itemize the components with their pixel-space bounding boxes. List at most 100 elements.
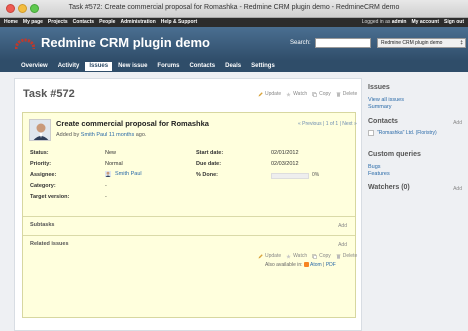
sidebar: Issues View all issues Summary Contacts … [368,72,468,331]
issue-subject: Create commercial proposal for Romashka [56,119,209,128]
tab-settings[interactable]: Settings [247,62,279,71]
tab-issues[interactable]: Issues [85,62,113,71]
contact-avatar-icon [368,130,374,136]
priority-value: Normal [105,161,123,167]
start-date-value: 02/01/2012 [271,150,299,156]
category-value: - [105,183,107,189]
project-jump-select[interactable]: Redmine CRM plugin demo ‡ [377,38,466,48]
summary-link[interactable]: Summary [368,104,392,110]
project-header: Redmine CRM plugin demo Search: Redmine … [0,27,468,61]
user-photo-icon [30,120,50,140]
priority-label: Priority: [30,161,52,167]
search-input[interactable] [315,38,371,48]
start-date-label: Start date: [196,150,224,156]
update-label: Update [265,253,282,259]
issue-details: Create commercial proposal for Romashka … [22,112,357,318]
status-value: New [105,150,117,156]
status-label: Status: [30,150,49,156]
trash-icon [336,254,341,259]
view-all-issues-link[interactable]: View all issues [368,97,404,103]
divider [23,216,355,217]
issue-actions-top: Update Watch Copy Delete [258,91,357,97]
custom-queries-heading: Custom queries [368,151,421,158]
added-suffix: ago. [135,132,147,138]
logged-in-status: Logged in as admin [362,19,407,25]
divider [23,235,355,236]
query-features-link[interactable]: Features [368,171,390,177]
atom-link[interactable]: Atom [310,262,322,268]
main-content: Task #572 Update Watch Copy Delete Creat… [14,78,362,331]
tab-overview[interactable]: Overview [17,62,52,71]
page-title: Task #572 [23,88,75,100]
top-menu-home[interactable]: Home [4,19,18,25]
add-watcher-link[interactable]: Add [453,186,462,192]
window-titlebar: Task #572: Create commercial proposal fo… [0,0,468,18]
added-by-prefix: Added by [56,132,80,138]
top-menu-left: Home My page Projects Contacts People Ad… [4,19,197,25]
delete-action[interactable]: Delete [336,253,357,259]
top-menu: Home My page Projects Contacts People Ad… [0,18,468,27]
done-value: 0% [312,172,320,178]
tab-contacts[interactable]: Contacts [185,62,219,71]
top-menu-help[interactable]: Help & Support [161,19,197,25]
update-action[interactable]: Update [258,91,281,97]
copy-action[interactable]: Copy [312,91,331,97]
contact-item: "Romashka" Ltd. (Floristry) [368,130,437,136]
done-progress-bar [271,173,309,179]
related-issues-heading: Related issues [30,241,69,247]
update-label: Update [265,91,282,97]
tab-new-issue[interactable]: New issue [114,62,151,71]
window-title: Task #572: Create commercial proposal fo… [68,4,400,11]
watch-label: Watch [293,253,308,259]
separator: | [323,262,325,268]
watch-label: Watch [293,91,308,97]
logged-in-user[interactable]: admin [392,19,407,25]
add-related-issue-link[interactable]: Add [338,242,347,248]
age-link[interactable]: 11 months [109,132,134,138]
redmine-logo-icon [15,38,35,50]
done-label: % Done: [196,172,218,178]
due-date-value: 02/03/2012 [271,161,299,167]
tab-deals[interactable]: Deals [221,62,245,71]
watchers-heading: Watchers (0) [368,184,410,191]
due-date-label: Due date: [196,161,222,167]
pencil-icon [258,253,263,258]
top-menu-people[interactable]: People [99,19,115,25]
sidebar-issues-heading: Issues [368,84,390,91]
watch-action[interactable]: Watch [286,91,307,97]
also-available-prefix: Also available in: [265,262,303,268]
tab-activity[interactable]: Activity [54,62,84,71]
top-menu-administration[interactable]: Administration [120,19,155,25]
feed-icon [303,262,309,268]
also-available: Also available in: Atom | PDF [265,262,336,268]
add-subtask-link[interactable]: Add [338,223,347,229]
delete-action[interactable]: Delete [336,91,357,97]
pencil-icon [258,91,263,96]
top-menu-projects[interactable]: Projects [48,19,68,25]
sign-out-link[interactable]: Sign out [444,19,464,25]
category-label: Category: [30,183,56,189]
issue-pager[interactable]: « Previous | 1 of 1 | Next » [298,121,357,127]
author-link[interactable]: Smith Paul [81,132,108,138]
star-icon [286,253,291,259]
copy-label: Copy [319,91,331,97]
pdf-link[interactable]: PDF [326,262,336,268]
tab-forums[interactable]: Forums [153,62,183,71]
contact-link[interactable]: "Romashka" Ltd. (Floristry) [377,130,437,136]
my-account-link[interactable]: My account [411,19,439,25]
main-tabs: Overview Activity Issues New issue Forum… [0,61,468,72]
copy-icon [312,253,317,259]
assignee-link[interactable]: Smith Paul [115,171,142,177]
search-label: Search: [290,40,311,46]
watch-action[interactable]: Watch [286,253,307,259]
avatar [29,119,51,141]
top-menu-contacts[interactable]: Contacts [73,19,94,25]
trash-icon [336,92,341,97]
assignee-value: Smith Paul [105,171,142,177]
added-by-line: Added by Smith Paul 11 months ago. [56,132,146,138]
top-menu-my-page[interactable]: My page [23,19,43,25]
add-contact-link[interactable]: Add [453,120,462,126]
query-bugs-link[interactable]: Bugs [368,164,381,170]
copy-action[interactable]: Copy [312,253,331,259]
update-action[interactable]: Update [258,253,281,259]
